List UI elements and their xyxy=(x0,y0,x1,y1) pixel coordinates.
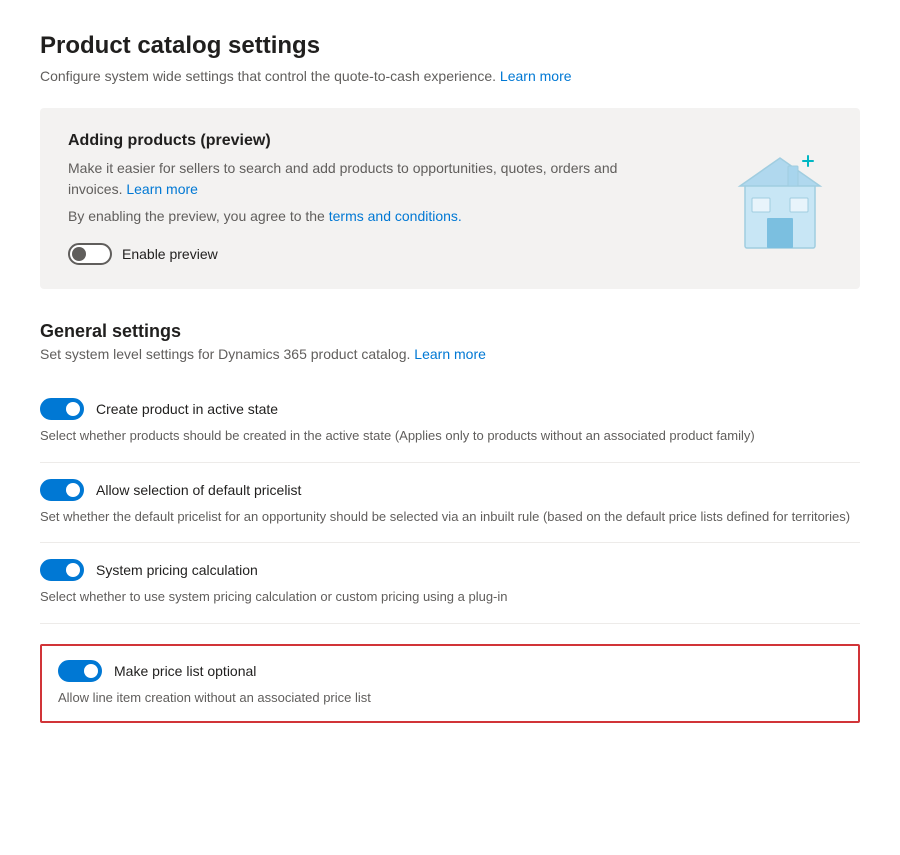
general-learn-more-link[interactable]: Learn more xyxy=(414,346,486,362)
default-pricelist-label: Allow selection of default pricelist xyxy=(96,482,301,498)
default-pricelist-item: Allow selection of default pricelist Set… xyxy=(40,463,860,544)
enable-preview-toggle[interactable] xyxy=(68,243,112,265)
page-title: Product catalog settings xyxy=(40,32,860,60)
create-product-label: Create product in active state xyxy=(96,401,278,417)
create-product-item: Create product in active state Select wh… xyxy=(40,382,860,463)
price-list-optional-desc: Allow line item creation without an asso… xyxy=(58,688,842,708)
preview-toggle-track xyxy=(68,243,112,265)
preview-card-title: Adding products (preview) xyxy=(68,132,832,150)
create-product-toggle-thumb xyxy=(66,402,80,416)
price-list-optional-label: Make price list optional xyxy=(114,663,256,679)
system-pricing-toggle[interactable] xyxy=(40,559,84,581)
preview-toggle-row: Enable preview xyxy=(68,243,832,265)
create-product-toggle[interactable] xyxy=(40,398,84,420)
default-pricelist-toggle[interactable] xyxy=(40,479,84,501)
preview-card: Adding products (preview) Make it easier… xyxy=(40,108,860,289)
create-product-toggle-track xyxy=(40,398,84,420)
create-product-desc: Select whether products should be create… xyxy=(40,426,860,446)
system-pricing-item: System pricing calculation Select whethe… xyxy=(40,543,860,624)
system-pricing-desc: Select whether to use system pricing cal… xyxy=(40,587,860,607)
general-settings-subtitle: Set system level settings for Dynamics 3… xyxy=(40,346,860,362)
system-pricing-toggle-track xyxy=(40,559,84,581)
system-pricing-label: System pricing calculation xyxy=(96,562,258,578)
price-list-optional-item: Make price list optional Allow line item… xyxy=(40,624,860,740)
system-pricing-toggle-thumb xyxy=(66,563,80,577)
general-settings-title: General settings xyxy=(40,321,860,342)
price-list-optional-toggle-track xyxy=(58,660,102,682)
default-pricelist-toggle-track xyxy=(40,479,84,501)
page-subtitle: Configure system wide settings that cont… xyxy=(40,68,860,84)
page-learn-more-link[interactable]: Learn more xyxy=(500,68,572,84)
preview-learn-more-link[interactable]: Learn more xyxy=(126,181,198,197)
default-pricelist-desc: Set whether the default pricelist for an… xyxy=(40,507,860,527)
general-settings-section: General settings Set system level settin… xyxy=(40,321,860,739)
preview-card-description: Make it easier for sellers to search and… xyxy=(68,158,668,200)
terms-conditions-link[interactable]: terms and conditions. xyxy=(329,208,462,224)
preview-toggle-thumb xyxy=(72,247,86,261)
highlighted-box: Make price list optional Allow line item… xyxy=(40,644,860,724)
enable-preview-label: Enable preview xyxy=(122,246,218,262)
price-list-optional-toggle[interactable] xyxy=(58,660,102,682)
price-list-optional-toggle-thumb xyxy=(84,664,98,678)
preview-illustration xyxy=(720,128,840,258)
default-pricelist-toggle-thumb xyxy=(66,483,80,497)
preview-terms-line: By enabling the preview, you agree to th… xyxy=(68,206,668,227)
